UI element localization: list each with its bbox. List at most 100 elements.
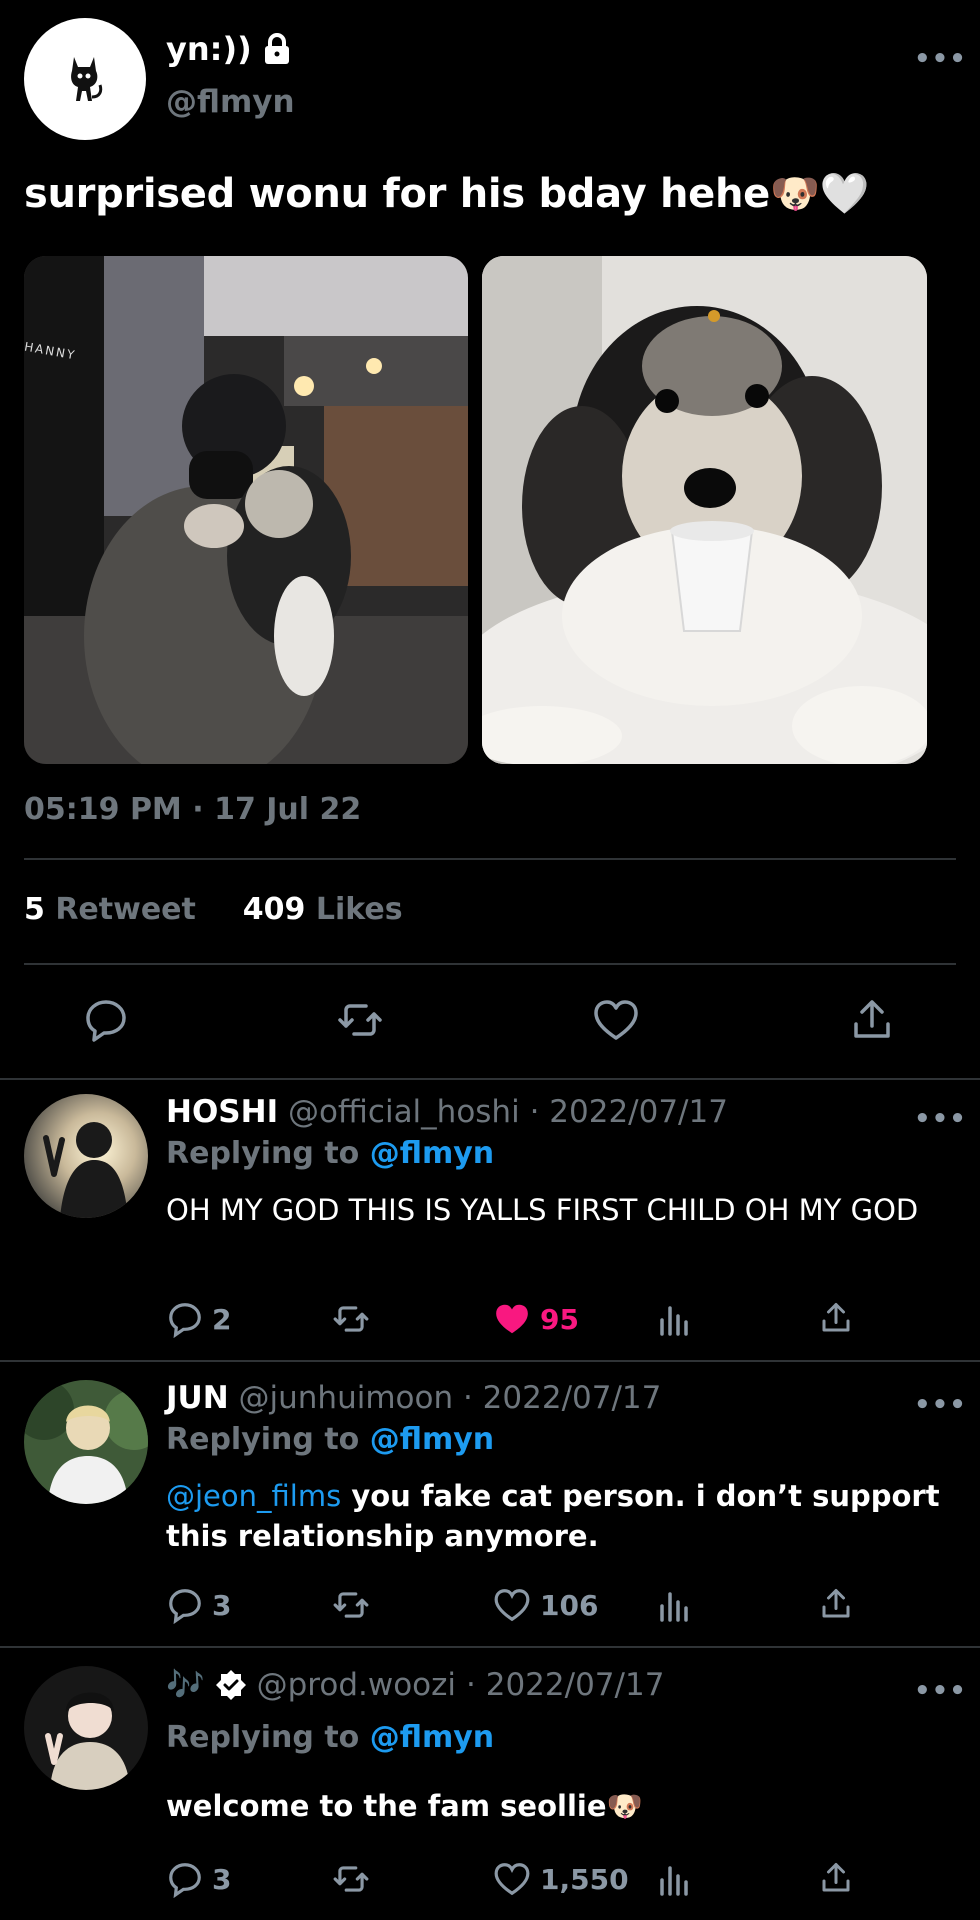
like-count: 95: [540, 1302, 579, 1336]
reply-emoji: 🐶: [606, 1789, 643, 1823]
verified-badge-icon: [215, 1669, 246, 1700]
photo-person-with-dog: [24, 256, 468, 764]
mention-link[interactable]: @jeon_films: [166, 1479, 341, 1513]
reply-analytics-button[interactable]: [658, 1862, 692, 1896]
retweet-icon: [338, 1004, 382, 1036]
retweet-button[interactable]: [336, 996, 384, 1048]
reply-author-name[interactable]: JUN: [166, 1380, 229, 1416]
like-count[interactable]: 409: [243, 892, 306, 927]
retweet-label[interactable]: Retweet: [55, 892, 196, 927]
tweet-timestamp[interactable]: 05:19 PM · 17 Jul 22: [24, 792, 361, 827]
more-options-icon[interactable]: •••: [914, 1104, 967, 1134]
liked-heart-icon: [496, 1304, 528, 1334]
reply-text: @jeon_films you fake cat person. i don’t…: [166, 1476, 966, 1556]
reply-author-name[interactable]: HOSHI: [166, 1094, 278, 1130]
reply-analytics-button[interactable]: [658, 1588, 692, 1622]
tweet-text-body: surprised wonu for his bday hehe: [24, 171, 770, 217]
divider: [0, 1646, 980, 1648]
reply-date[interactable]: · 2022/07/17: [466, 1667, 664, 1703]
photo-dog-with-cup: [482, 256, 927, 764]
analytics-icon: [660, 1866, 688, 1896]
tweet-text: surprised wonu for his bday hehe🐶🤍: [24, 170, 869, 217]
reply-header: 🎶 @prod.woozi · 2022/07/17: [166, 1666, 664, 1704]
reply-count: 3: [212, 1588, 232, 1622]
share-icon: [822, 1589, 850, 1618]
like-icon: [594, 1000, 638, 1040]
like-icon: [494, 1589, 530, 1622]
replying-to-handle[interactable]: @flmyn: [370, 1136, 494, 1171]
retweet-icon: [333, 1306, 369, 1332]
analytics-icon: [660, 1306, 688, 1336]
like-icon: [494, 1863, 530, 1896]
reply-like-button[interactable]: 1,550: [492, 1860, 629, 1898]
reply-date[interactable]: · 2022/07/17: [530, 1094, 728, 1130]
reply-icon: [169, 1303, 201, 1338]
more-options-icon[interactable]: •••: [914, 1390, 967, 1420]
reply-author-name[interactable]: 🎶: [166, 1666, 205, 1703]
tweet-photo-right[interactable]: [482, 256, 927, 764]
more-options-icon[interactable]: •••: [914, 44, 967, 74]
reply-retweet-button[interactable]: [330, 1860, 372, 1898]
like-label[interactable]: Likes: [316, 892, 403, 927]
engagement-stats: 5 Retweet 409 Likes: [24, 892, 403, 927]
avatar-person-peace-sign: [24, 1666, 148, 1790]
reply-date[interactable]: · 2022/07/17: [463, 1380, 661, 1416]
reply-retweet-button[interactable]: [330, 1300, 372, 1338]
divider: [0, 1360, 980, 1362]
reply-like-button[interactable]: 95: [492, 1300, 579, 1338]
author-handle[interactable]: @flmyn: [166, 84, 295, 120]
replying-to-handle[interactable]: @flmyn: [370, 1422, 494, 1457]
reply-icon: [86, 1000, 126, 1042]
reply-header: JUN @junhuimoon · 2022/07/17: [166, 1380, 661, 1416]
reply-text: OH MY GOD THIS IS YALLS FIRST CHILD OH M…: [166, 1193, 919, 1227]
reply-button[interactable]: [82, 996, 130, 1048]
reply-reply-button[interactable]: 3: [166, 1860, 231, 1898]
more-options-icon[interactable]: •••: [914, 1676, 967, 1706]
reply-share-button[interactable]: [818, 1586, 854, 1622]
reply-header: HOSHI @official_hoshi · 2022/07/17: [166, 1094, 728, 1130]
reply-analytics-button[interactable]: [658, 1302, 692, 1336]
retweet-icon: [333, 1592, 369, 1618]
reply-author-handle[interactable]: @junhuimoon: [239, 1380, 454, 1416]
reply-share-button[interactable]: [818, 1860, 854, 1896]
like-count: 106: [540, 1588, 599, 1622]
black-cat-icon: [71, 57, 103, 101]
like-button[interactable]: [592, 996, 640, 1048]
analytics-icon: [660, 1592, 688, 1622]
share-icon: [822, 1303, 850, 1332]
reply-avatar[interactable]: [24, 1666, 148, 1790]
divider: [24, 963, 956, 965]
author-name[interactable]: yn:)): [166, 30, 292, 68]
retweet-count[interactable]: 5: [24, 892, 45, 927]
reply-reply-button[interactable]: 2: [166, 1300, 231, 1338]
replying-to: Replying to @flmyn: [166, 1422, 494, 1457]
reply-text: welcome to the fam seollie🐶: [166, 1786, 966, 1826]
reply-text-body: welcome to the fam seollie: [166, 1789, 607, 1823]
reply-count: 2: [212, 1302, 232, 1336]
reply-avatar[interactable]: [24, 1380, 148, 1504]
display-name: yn:)): [166, 30, 252, 68]
replying-to: Replying to @flmyn: [166, 1136, 494, 1171]
replying-to-handle[interactable]: @flmyn: [370, 1720, 494, 1755]
tweet-photo-left[interactable]: HANNY: [24, 256, 468, 764]
reply-count: 3: [212, 1862, 232, 1896]
reply-author-handle[interactable]: @prod.woozi: [257, 1667, 456, 1703]
replying-to: Replying to @flmyn: [166, 1720, 494, 1755]
reply-like-button[interactable]: 106: [492, 1586, 598, 1624]
tweet-emoji: 🐶🤍: [770, 171, 870, 217]
reply-share-button[interactable]: [818, 1300, 854, 1336]
reply-reply-button[interactable]: 3: [166, 1586, 231, 1624]
reply-icon: [169, 1589, 201, 1624]
like-count: 1,550: [540, 1862, 629, 1896]
divider: [0, 1078, 980, 1080]
share-icon: [822, 1863, 850, 1892]
retweet-icon: [333, 1866, 369, 1892]
share-icon: [854, 1000, 890, 1038]
reply-avatar[interactable]: [24, 1094, 148, 1218]
reply-retweet-button[interactable]: [330, 1586, 372, 1624]
author-avatar[interactable]: [24, 18, 146, 140]
divider: [24, 858, 956, 860]
reply-author-handle[interactable]: @official_hoshi: [288, 1094, 520, 1130]
lock-icon: [264, 33, 289, 64]
share-button[interactable]: [848, 996, 896, 1048]
